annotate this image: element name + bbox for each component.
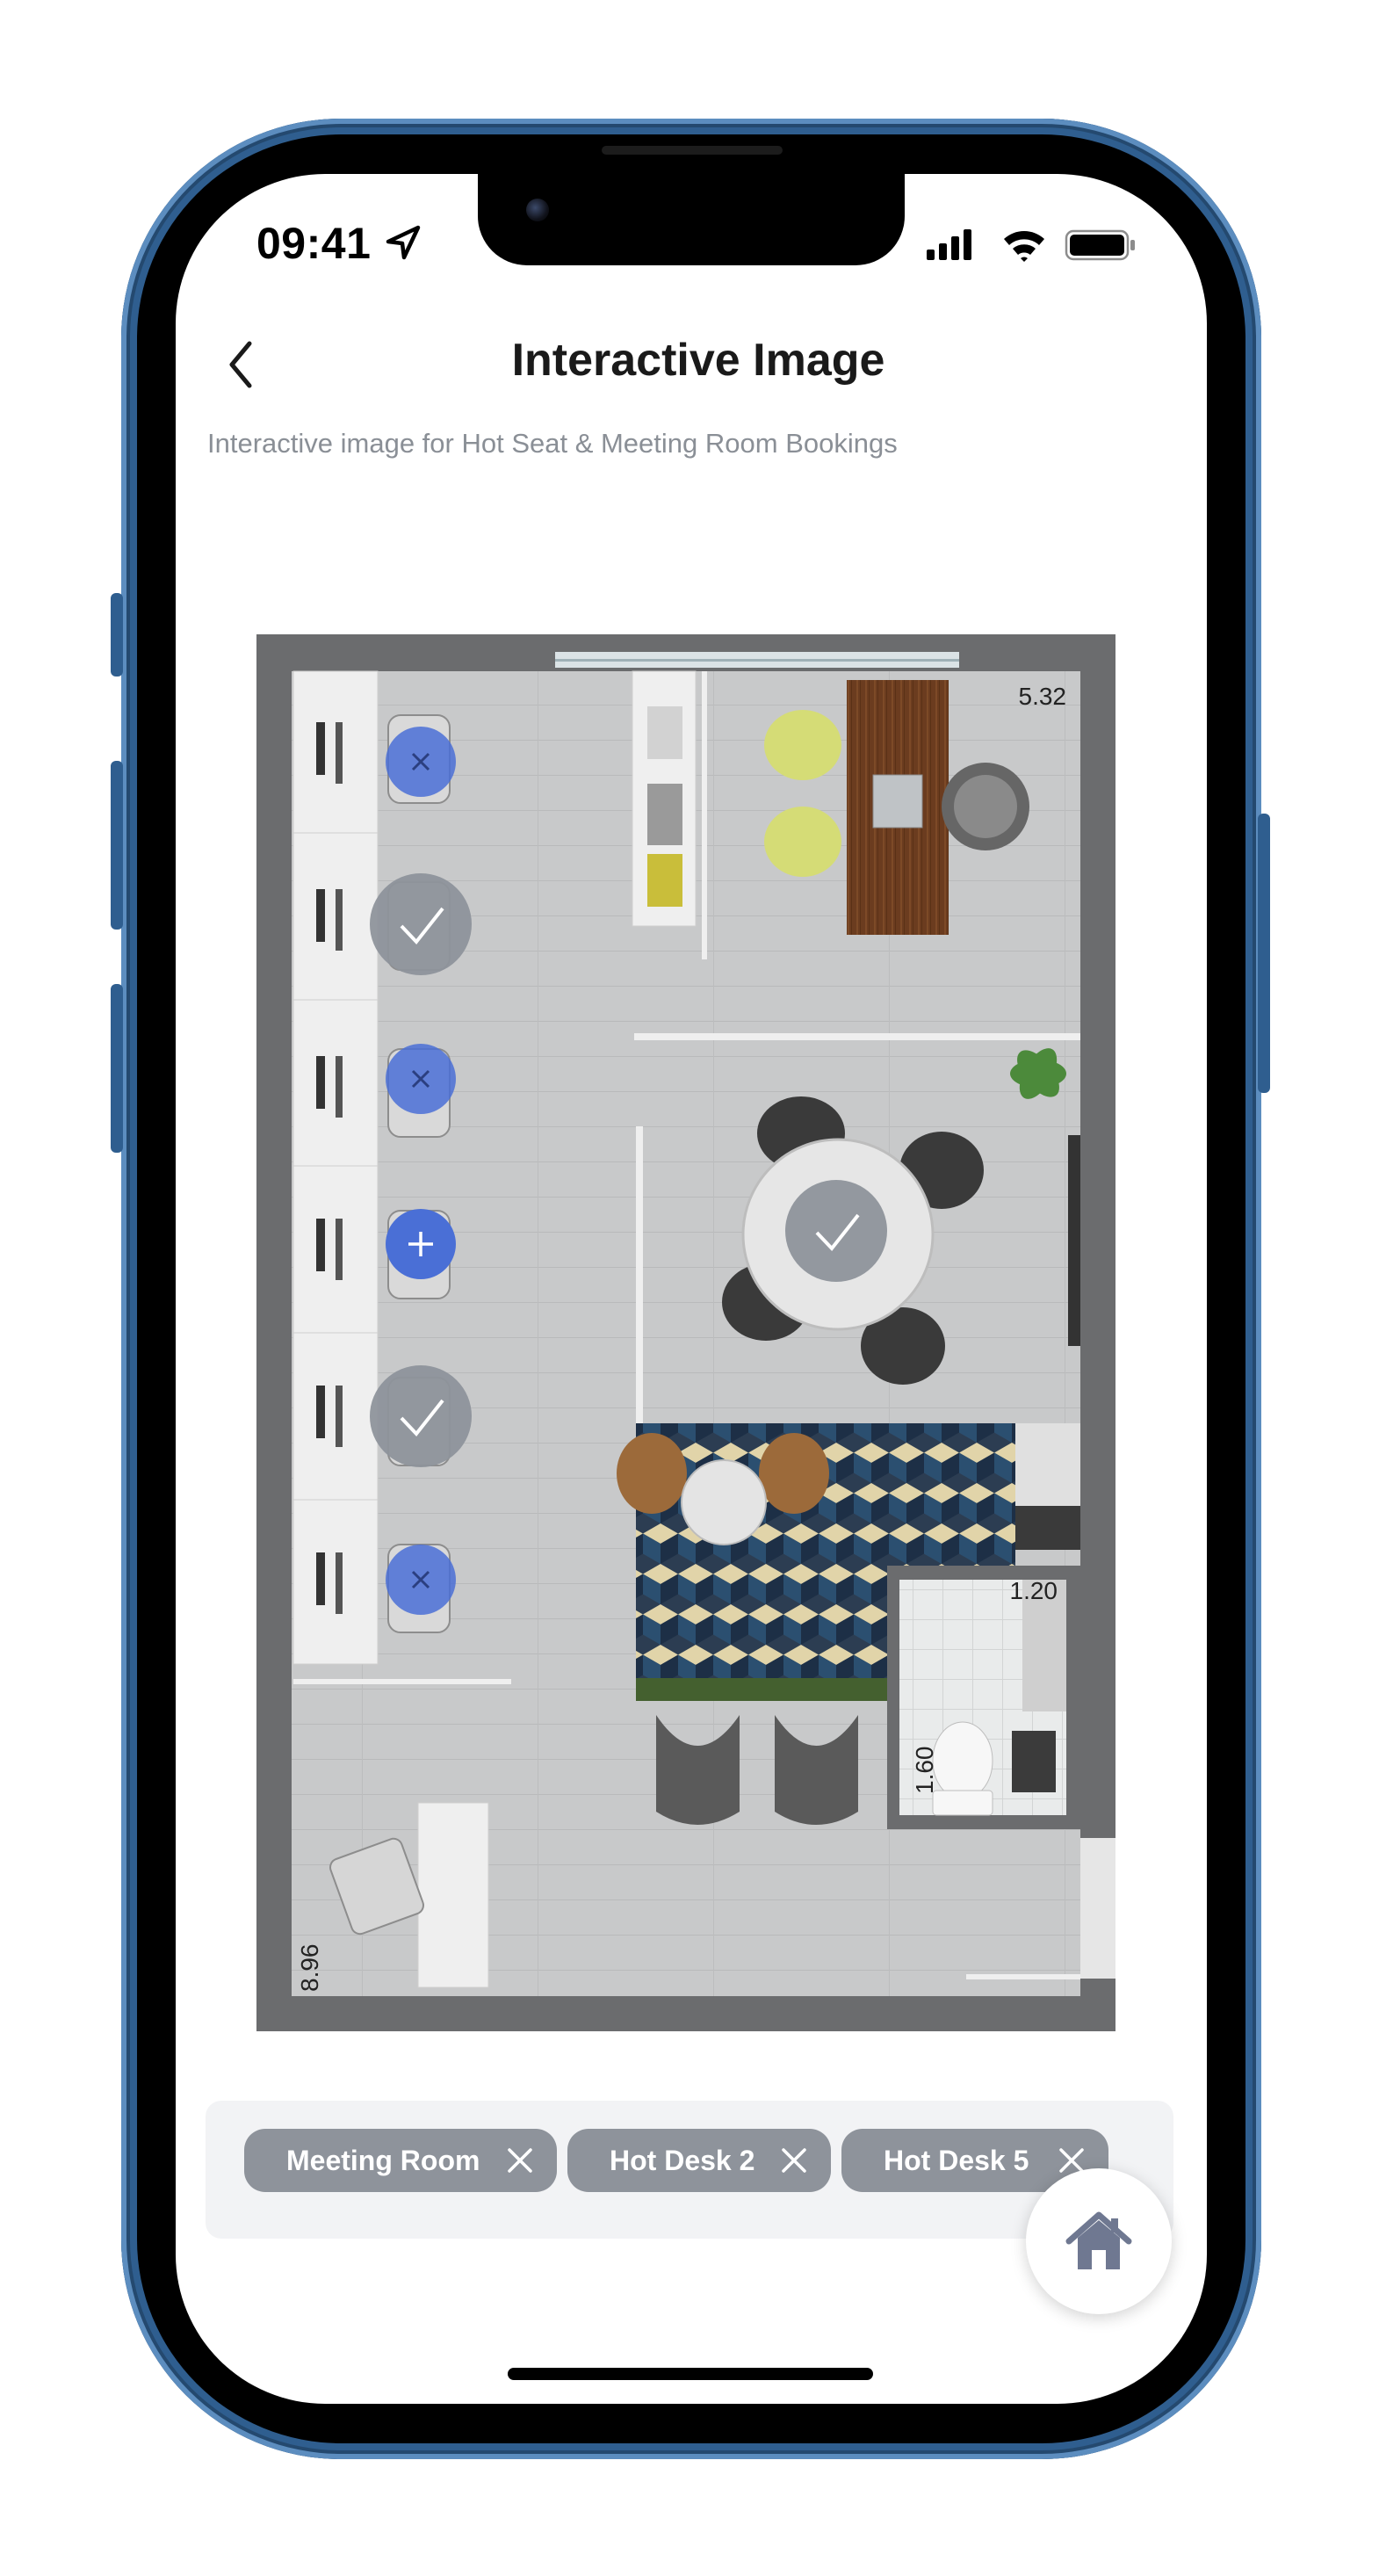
home-icon	[1065, 2211, 1132, 2269]
cellular-signal-icon	[927, 229, 971, 260]
battery-icon	[1065, 229, 1135, 261]
wifi-icon	[1004, 231, 1044, 262]
page-subtitle: Interactive image for Hot Seat & Meeting…	[207, 428, 898, 459]
hot-desk-3-marker[interactable]	[386, 1044, 456, 1114]
home-indicator	[508, 2368, 873, 2380]
chip-label: Hot Desk 5	[884, 2144, 1029, 2176]
back-button[interactable]	[223, 338, 258, 391]
page-title: Interactive Image	[511, 335, 885, 386]
hot-desk-1-marker[interactable]	[386, 727, 456, 797]
area-label-bathroom-depth: 1.60	[911, 1747, 938, 1795]
status-time: 09:41	[256, 219, 372, 268]
chip-hot-desk-2[interactable]: Hot Desk 2	[567, 2129, 831, 2192]
floor-plan: 8.96 5.32 1.20 1.60	[256, 634, 1115, 2031]
close-icon[interactable]	[508, 2148, 532, 2173]
hot-desk-6-marker[interactable]	[386, 1545, 456, 1615]
close-icon[interactable]	[782, 2148, 806, 2173]
area-label-office: 5.32	[1019, 683, 1067, 710]
close-icon[interactable]	[1059, 2148, 1084, 2173]
hot-desk-2-marker[interactable]	[370, 873, 472, 975]
front-camera	[526, 199, 549, 221]
chip-label: Hot Desk 2	[610, 2144, 755, 2176]
location-arrow-icon	[386, 225, 421, 260]
volume-down-button	[111, 984, 123, 1153]
area-label-bathroom-width: 1.20	[1010, 1577, 1058, 1604]
silent-switch	[111, 593, 123, 677]
meeting-room-marker[interactable]	[785, 1180, 887, 1282]
chevron-left-icon	[229, 341, 252, 388]
hot-desk-4-marker[interactable]	[386, 1209, 456, 1279]
hot-desk-5-marker[interactable]	[370, 1365, 472, 1467]
area-label-main: 8.96	[296, 1944, 323, 1993]
status-icons	[927, 229, 1135, 262]
volume-up-button	[111, 761, 123, 930]
chip-meeting-room[interactable]: Meeting Room	[244, 2129, 557, 2192]
chip-label: Meeting Room	[286, 2144, 480, 2176]
home-button[interactable]	[1026, 2168, 1172, 2314]
speaker-grille	[602, 146, 783, 155]
power-button	[1258, 814, 1270, 1093]
